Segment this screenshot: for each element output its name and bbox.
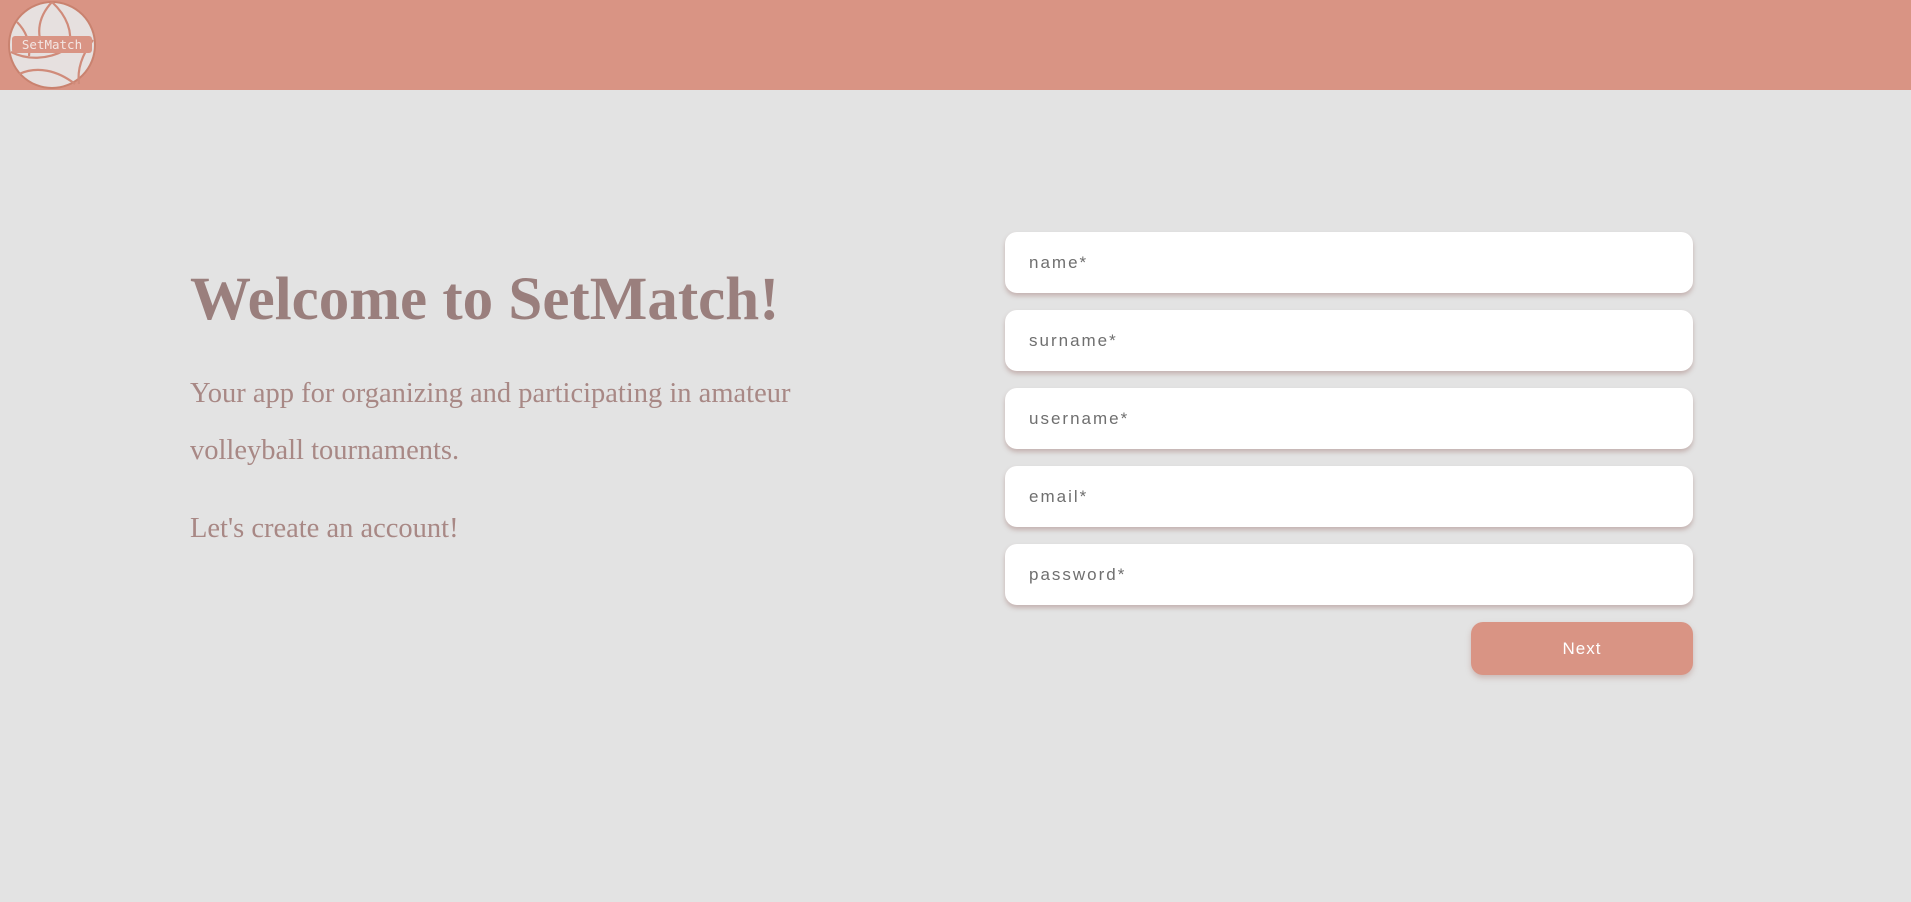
form-actions: Next	[1005, 622, 1693, 682]
signup-form: Next	[1005, 232, 1693, 682]
tagline: Your app for organizing and participatin…	[190, 378, 791, 466]
surname-field[interactable]	[1005, 310, 1693, 371]
welcome-section: Welcome to SetMatch! Your app for organi…	[190, 255, 890, 549]
password-field[interactable]	[1005, 544, 1693, 605]
top-bar: SetMatch	[0, 0, 1911, 90]
setmatch-logo[interactable]: SetMatch	[7, 0, 97, 90]
next-button[interactable]: Next	[1471, 622, 1693, 675]
name-field[interactable]	[1005, 232, 1693, 293]
logo-text: SetMatch	[22, 37, 82, 52]
username-field[interactable]	[1005, 388, 1693, 449]
page-title: Welcome to SetMatch!	[190, 266, 780, 333]
create-account-prompt: Let's create an account!	[190, 513, 459, 544]
email-field[interactable]	[1005, 466, 1693, 527]
volleyball-logo-icon: SetMatch	[8, 1, 96, 89]
